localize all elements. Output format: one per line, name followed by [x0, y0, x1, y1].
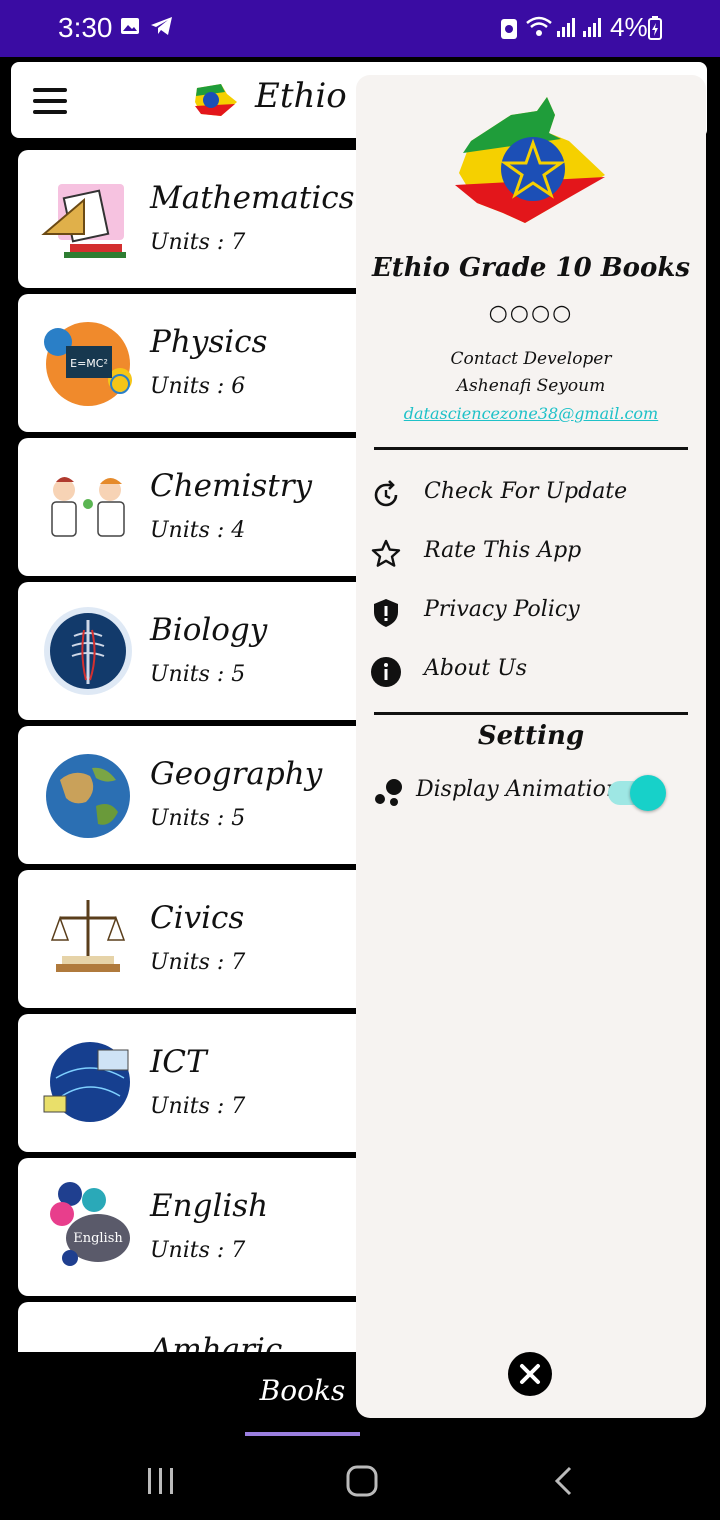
subject-card-physics[interactable]: E=MC² Physics Units : 6 [18, 294, 358, 432]
subject-units: Units : 5 [150, 806, 246, 831]
close-drawer-button[interactable] [508, 1352, 552, 1396]
battery-icon [648, 16, 662, 46]
subject-units: Units : 7 [150, 230, 246, 255]
subject-name: Civics [150, 900, 245, 936]
subject-name: Mathematics [150, 180, 355, 216]
back-icon[interactable] [552, 1466, 576, 1500]
physics-thumbnail: E=MC² [40, 318, 136, 408]
ethiopia-flag-logo [191, 80, 239, 120]
subject-units: Units : 5 [150, 662, 246, 687]
shield-icon [370, 597, 402, 629]
ethiopia-map-flag-image [451, 93, 611, 223]
chemistry-thumbnail [40, 462, 136, 552]
subject-name: Amharic [150, 1332, 283, 1352]
subject-card-english[interactable]: English English Units : 7 [18, 1158, 358, 1296]
telegram-icon [150, 16, 174, 42]
subject-units: Units : 6 [150, 374, 246, 399]
menu-item-check-update[interactable]: Check For Update [370, 473, 690, 521]
subject-name: Chemistry [150, 468, 313, 504]
menu-item-label: Rate This App [424, 538, 582, 563]
subject-units: Units : 7 [150, 950, 246, 975]
subject-name: English [150, 1188, 269, 1224]
menu-item-privacy-policy[interactable]: Privacy Policy [370, 591, 690, 639]
mathematics-thumbnail [40, 174, 136, 264]
ict-thumbnail [40, 1038, 136, 1128]
contact-developer-label: Contact Developer [450, 349, 612, 369]
subject-card-ict[interactable]: ICT Units : 7 [18, 1014, 358, 1152]
subject-list[interactable]: Mathematics Units : 7 E=MC² Physics Unit… [18, 150, 358, 1352]
star-icon [370, 538, 402, 570]
menu-item-rate-app[interactable]: Rate This App [370, 532, 690, 580]
display-animation-toggle[interactable] [608, 775, 666, 811]
signal-icon [556, 16, 578, 44]
developer-name: Ashenafi Seyoum [456, 376, 606, 396]
tab-indicator [245, 1432, 360, 1436]
setting-section-title: Setting [477, 721, 585, 751]
menu-item-label: Check For Update [424, 479, 628, 504]
subject-card-geography[interactable]: Geography Units : 5 [18, 726, 358, 864]
geography-thumbnail [40, 750, 136, 840]
biology-thumbnail [40, 606, 136, 696]
svg-text:E=MC²: E=MC² [70, 357, 108, 370]
recent-apps-icon[interactable] [146, 1466, 176, 1500]
system-navigation-bar [0, 1442, 720, 1520]
data-saver-icon [498, 16, 520, 46]
civics-thumbnail [40, 894, 136, 984]
subject-name: ICT [150, 1044, 207, 1080]
menu-item-label: About Us [424, 656, 528, 681]
subject-card-biology[interactable]: Biology Units : 5 [18, 582, 358, 720]
battery-percent: 4% [610, 12, 648, 42]
english-thumbnail: English [40, 1182, 136, 1272]
display-animation-label: Display Animation [416, 777, 620, 802]
status-bar: 3:30 4% [0, 0, 720, 57]
tab-books[interactable]: Books [245, 1374, 360, 1407]
subject-card-amharic[interactable]: Amharic [18, 1302, 358, 1352]
subject-card-civics[interactable]: Civics Units : 7 [18, 870, 358, 1008]
subject-name: Geography [150, 756, 323, 792]
subject-card-chemistry[interactable]: Chemistry Units : 4 [18, 438, 358, 576]
info-icon [370, 656, 402, 688]
subject-units: Units : 7 [150, 1094, 246, 1119]
status-time: 3:30 [58, 12, 113, 43]
menu-item-about-us[interactable]: About Us [370, 650, 690, 698]
subject-units: Units : 7 [150, 1238, 246, 1263]
drawer-dots: ○○○○ [488, 301, 574, 326]
subject-name: Physics [150, 324, 268, 360]
drawer-title: Ethio Grade 10 Books [371, 253, 691, 283]
menu-icon[interactable] [33, 88, 67, 114]
drawer-divider [374, 712, 688, 715]
signal-icon-2 [582, 16, 604, 44]
subject-name: Biology [150, 612, 268, 648]
subject-card-mathematics[interactable]: Mathematics Units : 7 [18, 150, 358, 288]
developer-email-link[interactable]: datasciencezone38@gmail.com [356, 404, 706, 423]
wifi-icon [526, 16, 552, 44]
navigation-drawer: Ethio Grade 10 Books ○○○○ Contact Develo… [356, 75, 706, 1418]
home-icon[interactable] [345, 1464, 379, 1502]
gallery-icon [120, 16, 140, 42]
close-icon [520, 1364, 540, 1384]
display-animation-row: Display Animation [370, 771, 690, 815]
animation-icon [374, 775, 406, 807]
subject-units: Units : 4 [150, 518, 246, 543]
menu-item-label: Privacy Policy [424, 597, 580, 622]
refresh-icon [370, 479, 402, 511]
drawer-divider [374, 447, 688, 450]
svg-text:English: English [73, 1231, 123, 1246]
toggle-knob [630, 775, 666, 811]
